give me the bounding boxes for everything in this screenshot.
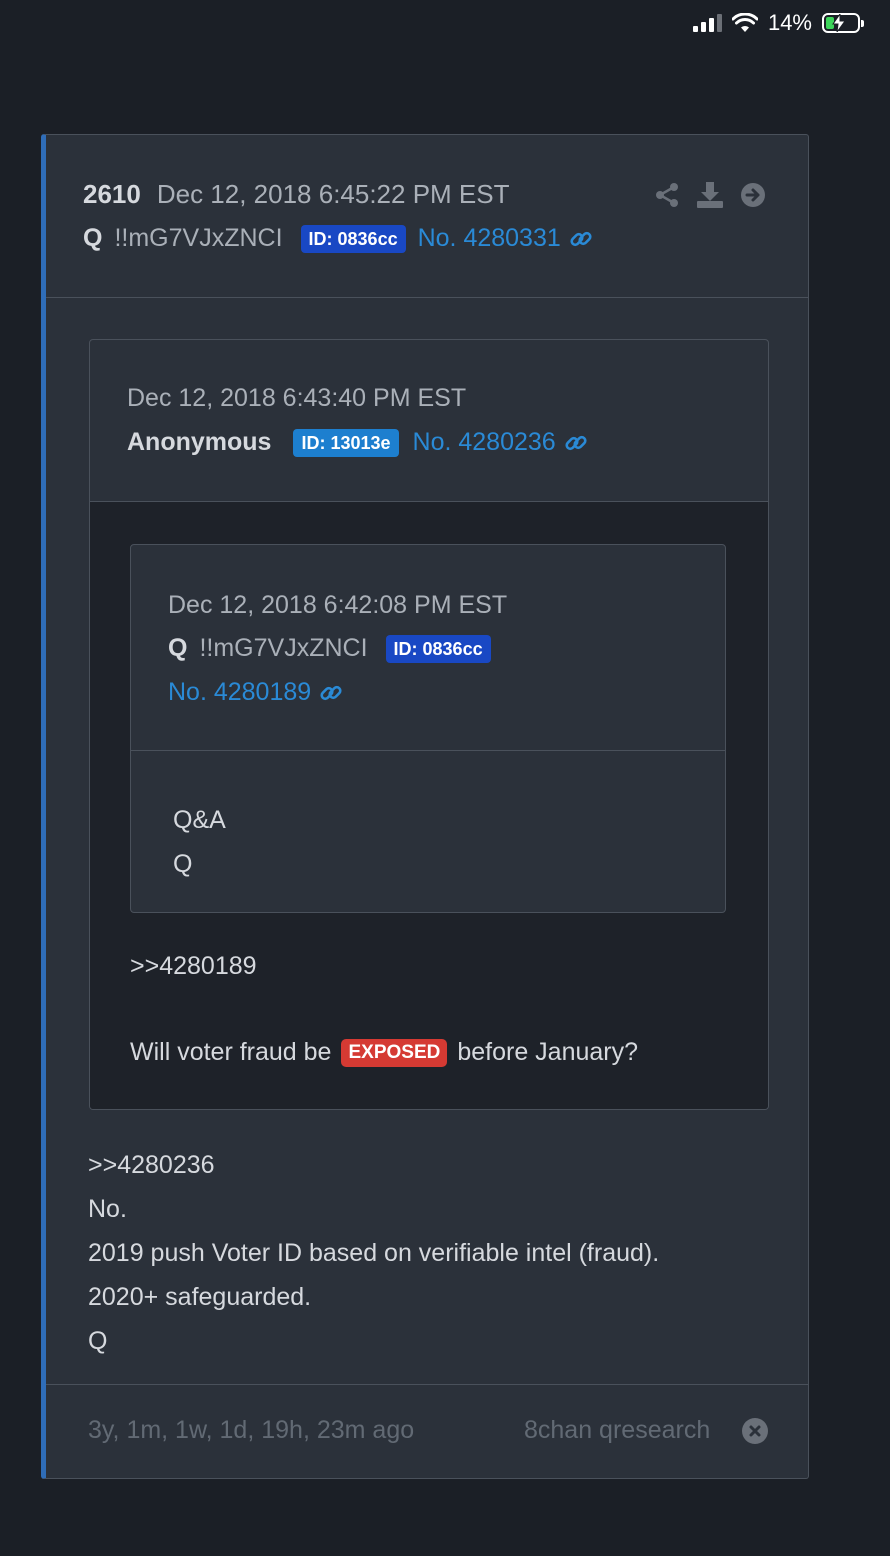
quoted-post-anonymous: Dec 12, 2018 6:43:40 PM EST Anonymous ID… [89,339,769,1110]
reply-line: 2019 push Voter ID based on verifiable i… [88,1239,660,1267]
post-footer: 3y, 1m, 1w, 1d, 19h, 23m ago 8chan qrese… [46,1384,808,1478]
download-icon[interactable] [696,181,724,209]
share-icon[interactable] [654,182,680,208]
nested-quote-line: Q [173,850,193,878]
status-bar: 14% [692,10,864,36]
wifi-icon [731,13,758,32]
nested-quote-number-link[interactable]: No. 4280189 [168,678,343,707]
quoted-post-number-link[interactable]: No. 4280236 [413,428,588,457]
nested-quote-tripcode: !!mG7VJxZNCI [199,634,368,662]
screen: 14% 2610 Dec 12, 2018 6:45:22 PM EST Q !… [0,0,890,1556]
quoted-post-number-link-label: No. 4280236 [412,428,556,456]
post-number: 2610 [83,179,141,209]
quoted-post-reply-ref[interactable]: >>4280189 [130,952,257,981]
question-text-after: before January? [457,1038,639,1066]
post-card: 2610 Dec 12, 2018 6:45:22 PM EST Q !!mG7… [41,134,809,1479]
nested-quote-header: Dec 12, 2018 6:42:08 PM EST Q !!mG7VJxZN… [131,545,725,751]
quoted-post-date: Dec 12, 2018 6:43:40 PM EST [127,384,467,412]
post-header: 2610 Dec 12, 2018 6:45:22 PM EST Q !!mG7… [46,135,808,298]
battery-icon [822,13,864,33]
quoted-post-question: Will voter fraud be EXPOSED before Janua… [130,1038,638,1067]
post-source: 8chan qresearch [524,1416,711,1444]
nested-quote-id-badge: ID: 0836cc [385,634,491,663]
nested-quote-body: Q&A Q [131,751,725,912]
cellular-signal-icon [692,14,722,32]
quoted-post-body: Dec 12, 2018 6:42:08 PM EST Q !!mG7VJxZN… [90,502,768,1109]
question-text-before: Will voter fraud be [130,1038,332,1066]
nested-quoted-post: Dec 12, 2018 6:42:08 PM EST Q !!mG7VJxZN… [130,544,726,913]
quoted-post-author: Anonymous [127,428,272,456]
charging-bolt-icon [832,14,846,32]
reply-line: 2020+ safeguarded. [88,1283,312,1311]
reply-line: Q [88,1327,108,1355]
close-icon[interactable] [742,1418,768,1444]
nested-quote-line: Q&A [173,806,226,834]
link-icon [570,231,592,246]
post-number-link[interactable]: No. 4280331 [418,224,593,253]
link-icon [565,435,587,450]
quoted-post-header: Dec 12, 2018 6:43:40 PM EST Anonymous ID… [90,340,768,502]
nested-quote-date: Dec 12, 2018 6:42:08 PM EST [168,591,508,619]
nested-quote-author: Q [168,634,188,662]
arrow-right-circle-icon[interactable] [740,182,766,208]
post-age: 3y, 1m, 1w, 1d, 19h, 23m ago [88,1416,415,1444]
nested-quote-number-link-label: No. 4280189 [168,678,312,706]
post-author: Q [83,224,103,252]
quoted-post-id-badge: ID: 13013e [293,428,399,457]
post-tripcode: !!mG7VJxZNCI [114,224,283,252]
post-id-badge: ID: 0836cc [300,224,406,253]
post-date: Dec 12, 2018 6:45:22 PM EST [156,179,510,209]
post-actions [654,181,766,209]
post-number-link-label: No. 4280331 [417,224,561,252]
reply-line: No. [88,1195,127,1223]
link-icon [320,685,342,700]
close-x-glyph [749,1425,761,1437]
exposed-highlight-badge: EXPOSED [341,1038,448,1067]
battery-percent: 14% [767,10,812,35]
reply-ref-link[interactable]: >>4280236 [88,1143,659,1187]
post-reply-text: >>4280236 No. 2019 push Voter ID based o… [88,1143,659,1363]
